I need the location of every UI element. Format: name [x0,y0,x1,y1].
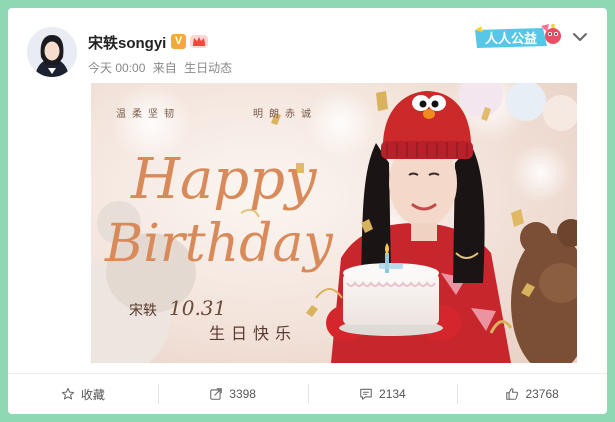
crown-icon[interactable] [189,32,209,50]
source-link[interactable]: 生日动态 [184,61,232,75]
image-name: 宋轶 [129,303,157,319]
author-name[interactable]: 宋轶songyi [88,32,166,53]
favorite-label: 收藏 [80,387,105,402]
repost-icon [210,388,223,400]
source-prefix: 来自 [152,61,177,75]
headline-happy: Happy [130,147,318,212]
comment-icon [360,388,372,400]
gongyi-badge[interactable]: 人人公益 [471,20,563,54]
verified-badge[interactable]: V [171,34,186,49]
chevron-down-icon[interactable] [572,30,588,44]
timestamp[interactable]: 今天 00:00 [88,61,145,75]
tagline-left: 温柔坚韧 [116,108,180,120]
tagline-right: 明朗赤诚 [253,108,317,120]
repost-count: 3398 [229,387,256,401]
post-meta: 今天 00:00 来自 生日动态 [88,59,236,76]
avatar[interactable] [27,27,77,77]
star-icon [61,387,74,400]
repost-button[interactable]: 3398 [157,374,308,414]
action-bar: 收藏 3398 2134 23768 [8,374,607,414]
weibo-post-card: 宋轶songyi V 今天 00:00 来自 生日动态 人人公益 温柔坚韧 明朗… [8,8,607,414]
comment-button[interactable]: 2134 [307,374,458,414]
like-button[interactable]: 23768 [457,374,607,414]
favorite-button[interactable]: 收藏 [8,374,158,414]
image-date: 10.31 [169,296,226,320]
image-wish: 生日快乐 [209,324,297,343]
headline-birthday: Birthday [104,214,333,274]
comment-count: 2134 [379,387,406,401]
like-count: 23768 [525,387,559,401]
post-image[interactable]: 温柔坚韧 明朗赤诚 Happy Birthday 宋轶 10.31 生日快乐 [91,83,577,363]
like-icon [506,388,519,400]
gongyi-badge-label: 人人公益 [485,31,537,47]
